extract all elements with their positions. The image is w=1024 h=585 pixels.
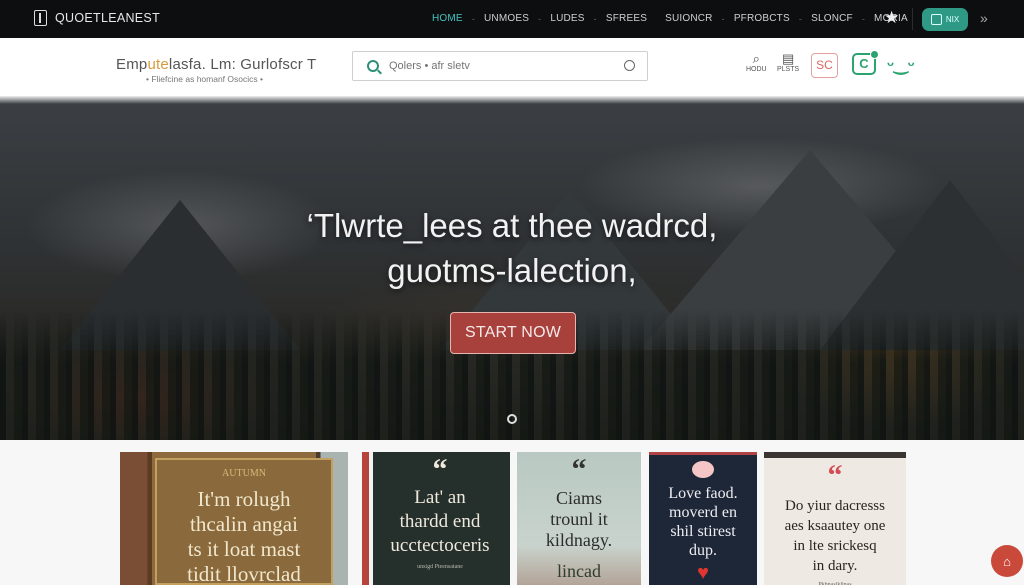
quote-line: moverd en xyxy=(669,504,737,521)
quote-line: aes ksaautey one xyxy=(784,518,886,534)
hero-heading-line: guotms-lalection, xyxy=(387,252,637,289)
nav-item-products[interactable]: PFROBCTS xyxy=(734,13,790,24)
search-icon: ⌕ xyxy=(752,51,760,66)
quote-mark-icon: “ xyxy=(432,453,448,486)
home-icon: ⌂ xyxy=(1003,553,1011,569)
quote-card[interactable]: AUTUMN It'm rolugh thcalin angai ts it l… xyxy=(120,452,348,585)
site-header: Emputelasfa. Lm: Gurlofscr T • Fliefcine… xyxy=(0,38,1024,96)
quote-line: Love faod. xyxy=(668,485,738,502)
quote-line: tidit llovrclad xyxy=(187,562,301,585)
quote-card[interactable]: “ Do yiur dacresss aes ksaautey one in l… xyxy=(764,452,906,585)
card-label: AUTUMN xyxy=(222,468,266,479)
hero-banner: ‘Tlwrte_lees at thee wadrcd, guotms-lale… xyxy=(0,96,1024,440)
search-shortcut-label: HODU xyxy=(746,66,767,73)
list-icon: ▤ xyxy=(781,51,795,66)
quote-line: Do yiur dacresss xyxy=(785,498,885,514)
brand-name: QUOETLEANEST xyxy=(55,11,161,25)
quote-line: kildnagy. xyxy=(545,530,613,550)
quote-line: in dary. xyxy=(812,558,858,574)
hero-heading: ‘Tlwrte_lees at thee wadrcd, guotms-lale… xyxy=(0,203,1024,293)
nav-item-sloncf[interactable]: SLONCF xyxy=(811,13,853,24)
quote-line: Ciams xyxy=(555,488,602,508)
cta-button[interactable]: NIX xyxy=(922,8,968,31)
title-part: lasfa. Lm: Gurlofscr T xyxy=(168,56,317,73)
nav-separator: - xyxy=(798,13,803,24)
card-quote: Love faod. moverd en shil stirest dup. xyxy=(668,484,737,560)
quote-line: It'm rolugh xyxy=(197,487,291,511)
title-highlight: ute xyxy=(147,56,169,73)
quote-line: ucctectoceris xyxy=(390,535,490,556)
card-quote: Lat' an thardd end ucctectoceris xyxy=(390,486,489,558)
star-icon[interactable]: ★ xyxy=(884,9,899,27)
flower-emblem-icon xyxy=(692,461,714,478)
card-quote: It'm rolugh thcalin angai ts it loat mas… xyxy=(187,487,301,585)
quote-line: in lte srickesq xyxy=(793,538,877,554)
divider xyxy=(912,8,913,30)
nav-item-home[interactable]: HOME xyxy=(432,13,463,24)
quote-line: thcalin angai xyxy=(190,512,298,536)
hero-heading-line: ‘Tlwrte_lees at thee wadrcd, xyxy=(306,207,718,244)
nav-separator: - xyxy=(861,13,866,24)
card-frame: AUTUMN It'm rolugh thcalin angai ts it l… xyxy=(155,458,333,585)
voice-search-icon[interactable] xyxy=(624,60,635,71)
quote-line: Lat' an xyxy=(414,487,466,508)
card-attribution: unsigd Pteensatane xyxy=(417,564,463,570)
card-footer-text: lincad xyxy=(557,561,601,581)
quote-card[interactable]: “ Lat' an thardd end ucctectoceris unsig… xyxy=(362,452,510,585)
card-quote: Do yiur dacresss aes ksaautey one in lte… xyxy=(785,496,886,576)
start-now-button[interactable]: START NOW xyxy=(450,312,576,354)
nav-separator: - xyxy=(593,13,597,24)
brand-logo[interactable]: QUOETLEANEST xyxy=(34,10,160,26)
search-icon xyxy=(367,60,379,72)
card-quote: Ciams trounl it kildnagy. xyxy=(546,488,612,551)
smiley-icon[interactable]: ᵕ‿ᵕ xyxy=(887,55,915,75)
heart-icon: ♥ xyxy=(697,562,709,584)
app-icon xyxy=(930,14,942,25)
search-shortcut[interactable]: ⌕ HODU xyxy=(746,51,767,74)
nav-item-sfrees[interactable]: SFREES xyxy=(606,13,647,24)
quote-line: ts it loat mast xyxy=(187,537,301,561)
floating-home-button[interactable]: ⌂ xyxy=(991,545,1023,577)
search-input[interactable] xyxy=(389,60,609,72)
quote-line: dup. xyxy=(689,542,717,559)
quote-cards: AUTUMN It'm rolugh thcalin angai ts it l… xyxy=(0,440,1024,585)
quote-line: thardd end xyxy=(399,511,481,532)
main-nav: HOME - UNMOES - LUDES - SFREES SUIONCR -… xyxy=(432,13,908,24)
nav-item-unmoes[interactable]: UNMOES xyxy=(484,13,529,24)
sc-app-icon[interactable]: SC xyxy=(811,53,838,78)
chat-icon[interactable]: C xyxy=(852,50,879,75)
nav-item-suioncr[interactable]: SUIONCR xyxy=(665,13,713,24)
chevron-right-icon[interactable]: » xyxy=(980,10,988,26)
title-part: Emp xyxy=(116,56,148,73)
hero-edge xyxy=(0,96,1024,104)
nav-separator: - xyxy=(721,13,725,24)
search-bar xyxy=(352,51,648,81)
site-tagline: • Fliefcine as homanf Osocics • xyxy=(146,74,263,84)
nav-item-ludes[interactable]: LUDES xyxy=(550,13,584,24)
quote-mark-icon: “ xyxy=(827,459,843,492)
site-title[interactable]: Emputelasfa. Lm: Gurlofscr T xyxy=(116,56,316,73)
quote-mark-icon: “ xyxy=(571,453,587,486)
nav-separator: - xyxy=(538,13,542,24)
quote-line: trounl it xyxy=(550,509,608,529)
quote-card[interactable]: Love faod. moverd en shil stirest dup. ♥ xyxy=(649,452,757,585)
cta-label: NIX xyxy=(945,15,960,24)
logo-icon xyxy=(34,10,47,26)
nav-separator: - xyxy=(471,13,476,24)
quote-line: shil stirest xyxy=(670,523,736,540)
lists-shortcut[interactable]: ▤ PLSTS xyxy=(777,51,800,74)
top-navbar: QUOETLEANEST HOME - UNMOES - LUDES - SFR… xyxy=(0,0,1024,38)
lists-shortcut-label: PLSTS xyxy=(777,66,800,73)
quote-card[interactable]: “ Ciams trounl it kildnagy. lincad xyxy=(517,452,641,585)
